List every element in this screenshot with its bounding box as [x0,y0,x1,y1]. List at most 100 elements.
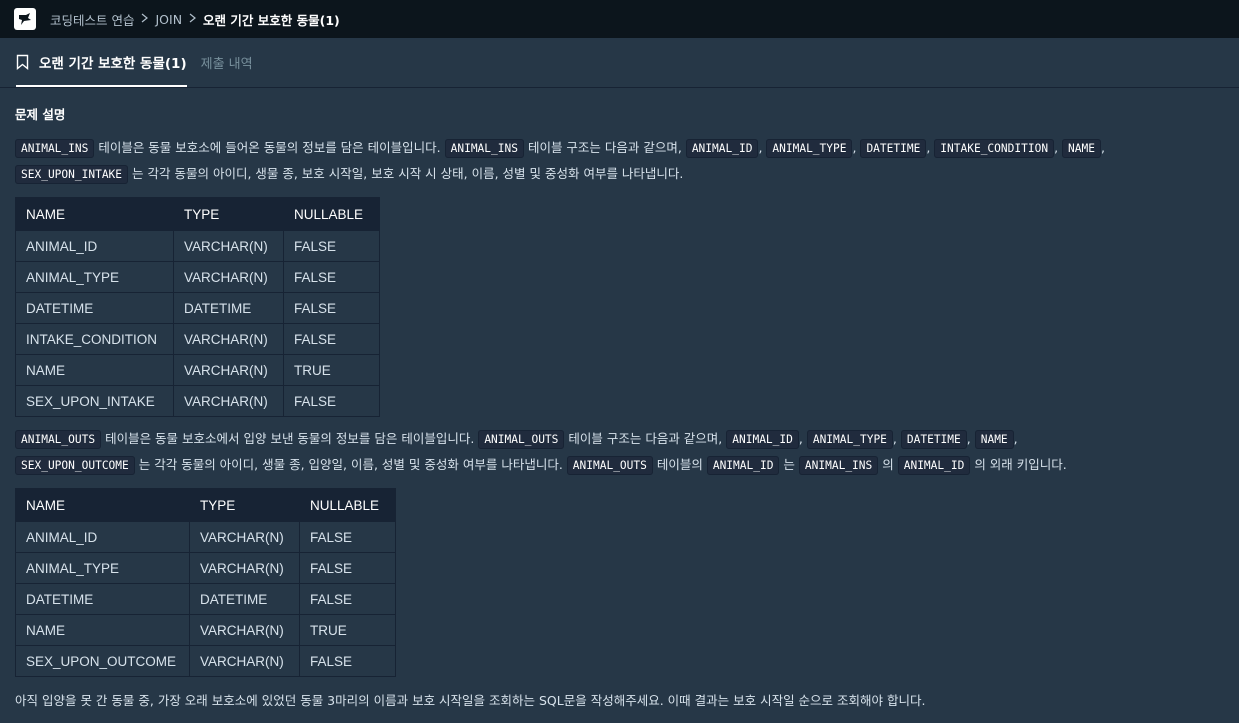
table-cell: ANIMAL_ID [15,230,174,262]
table-cell: TRUE [299,614,396,646]
table-row: INTAKE_CONDITION VARCHAR(N) FALSE [15,323,380,355]
code-chip: ANIMAL_ID [706,456,780,475]
code-chip: NAME [974,430,1014,449]
tab-problem[interactable]: 오랜 기간 보호한 동물(1) [16,38,187,87]
text-segment: 의 외래 키입니다. [970,457,1067,472]
code-chip: ANIMAL_OUTS [566,456,653,475]
table-cell: FALSE [299,645,396,677]
table-cell: ANIMAL_ID [15,521,190,553]
table-cell: VARCHAR(N) [173,323,284,355]
table-cell: NAME [15,354,174,386]
breadcrumb: 코딩테스트 연습 JOIN 오랜 기간 보호한 동물(1) [50,10,340,29]
table-cell: ANIMAL_TYPE [15,552,190,584]
table-cell: VARCHAR(N) [189,521,300,553]
code-chip: ANIMAL_INS [798,456,879,475]
para-line: ANIMAL_INS 테이블은 동물 보호소에 들어온 동물의 정보를 담은 테… [15,135,1239,161]
table-cell: SEX_UPON_INTAKE [15,385,174,417]
table-row: SEX_UPON_OUTCOME VARCHAR(N) FALSE [15,645,396,677]
tab-problem-label: 오랜 기간 보호한 동물(1) [39,55,187,72]
table-cell: FALSE [283,292,380,324]
table-row: NAME VARCHAR(N) TRUE [15,614,396,646]
chevron-right-icon [189,13,197,26]
table-row: DATETIME DATETIME FALSE [15,292,380,324]
table-header-row: NAME TYPE NULLABLE [15,197,380,231]
table-cell: FALSE [299,552,396,584]
tab-bar: 오랜 기간 보호한 동물(1) 제출 내역 [0,38,1239,88]
table-row: SEX_UPON_INTAKE VARCHAR(N) FALSE [15,385,380,417]
text-segment: 테이블의 [652,457,707,472]
breadcrumb-current-problem: 오랜 기간 보호한 동물(1) [203,12,340,28]
text-segment: 테이블 구조는 다음과 같으며, [523,140,686,155]
code-chip: ANIMAL_INS [444,139,524,158]
table-cell: VARCHAR(N) [173,354,284,386]
text-segment: 테이블 구조는 다음과 같으며, [564,431,727,446]
breadcrumb-join[interactable]: JOIN [155,12,182,27]
para-line: ANIMAL_OUTS 테이블은 동물 보호소에서 입양 보낸 동물의 정보를 … [15,426,1239,452]
chevron-right-icon [141,13,149,26]
code-chip: SEX_UPON_INTAKE [15,165,129,184]
text-segment: 는 각각 동물의 아이디, 생물 종, 입양일, 이름, 성별 및 중성화 여부… [134,457,567,472]
animal-outs-description: ANIMAL_OUTS 테이블은 동물 보호소에서 입양 보낸 동물의 정보를 … [15,426,1239,478]
code-chip: ANIMAL_TYPE [766,139,853,158]
animal-ins-schema-table: NAME TYPE NULLABLE ANIMAL_ID VARCHAR(N) FALS… [15,197,380,417]
code-chip: ANIMAL_ID [726,430,799,449]
text-segment: 는 각각 동물의 아이디, 생물 종, 보호 시작일, 보호 시작 시 상태, … [128,166,684,181]
table-row: NAME VARCHAR(N) TRUE [15,354,380,386]
table-cell: NAME [15,614,190,646]
code-chip: NAME [1062,139,1101,158]
code-chip: ANIMAL_OUTS [478,430,565,449]
code-chip: INTAKE_CONDITION [934,139,1055,158]
table-cell: FALSE [299,521,396,553]
table-cell: TRUE [283,354,380,386]
text-segment: 의 [878,457,898,472]
para-line: SEX_UPON_INTAKE 는 각각 동물의 아이디, 생물 종, 보호 시… [15,161,1239,187]
table-row: DATETIME DATETIME FALSE [15,583,396,615]
table-row: ANIMAL_ID VARCHAR(N) FALSE [15,230,380,262]
table-cell: VARCHAR(N) [189,645,300,677]
table-cell: VARCHAR(N) [189,614,300,646]
code-chip: ANIMAL_TYPE [806,430,893,449]
table-cell: DATETIME [15,583,190,615]
table-cell: FALSE [283,385,380,417]
table-cell: VARCHAR(N) [173,261,284,293]
animal-ins-description: ANIMAL_INS 테이블은 동물 보호소에 들어온 동물의 정보를 담은 테… [15,135,1239,187]
table-cell: VARCHAR(N) [189,552,300,584]
column-header: NULLABLE [283,197,380,231]
bookmark-icon[interactable] [16,54,29,70]
top-navigation-bar: 코딩테스트 연습 JOIN 오랜 기간 보호한 동물(1) [0,0,1239,38]
table-cell: FALSE [283,230,380,262]
table-cell: INTAKE_CONDITION [15,323,174,355]
breadcrumb-coding-test[interactable]: 코딩테스트 연습 [50,10,134,29]
question-text: 아직 입양을 못 간 동물 중, 가장 오래 보호소에 있었던 동물 3마리의 … [15,693,926,708]
programmers-logo-icon[interactable] [14,8,36,30]
code-chip: ANIMAL_ID [897,456,971,475]
text-segment: , [1013,431,1018,446]
table-header-row: NAME TYPE NULLABLE [15,488,396,522]
problem-description: 문제 설명 ANIMAL_INS 테이블은 동물 보호소에 들어온 동물의 정보… [15,88,1230,713]
text-segment: , [966,431,975,446]
text-segment: 는 [779,457,799,472]
table-row: ANIMAL_ID VARCHAR(N) FALSE [15,521,396,553]
table-cell: DATETIME [173,292,284,324]
text-segment: 테이블은 동물 보호소에서 입양 보낸 동물의 정보를 담은 테이블입니다. [101,431,479,446]
text-segment: , [1054,140,1063,155]
column-header: TYPE [173,197,284,231]
column-header: TYPE [189,488,300,522]
column-header: NAME [15,197,174,231]
column-header: NULLABLE [299,488,396,522]
table-cell: ANIMAL_TYPE [15,261,174,293]
table-row: ANIMAL_TYPE VARCHAR(N) FALSE [15,552,396,584]
table-cell: DATETIME [15,292,174,324]
text-segment: 테이블은 동물 보호소에 들어온 동물의 정보를 담은 테이블입니다. [94,140,445,155]
table-cell: VARCHAR(N) [173,230,284,262]
table-cell: FALSE [283,261,380,293]
code-chip: DATETIME [900,430,967,449]
text-segment: , [892,431,901,446]
tab-submission-history[interactable]: 제출 내역 [201,38,253,87]
code-chip: SEX_UPON_OUTCOME [15,456,135,475]
table-cell: VARCHAR(N) [173,385,284,417]
column-header: NAME [15,488,190,522]
text-segment: , [798,431,807,446]
table-row: ANIMAL_TYPE VARCHAR(N) FALSE [15,261,380,293]
code-chip: ANIMAL_ID [685,139,759,158]
